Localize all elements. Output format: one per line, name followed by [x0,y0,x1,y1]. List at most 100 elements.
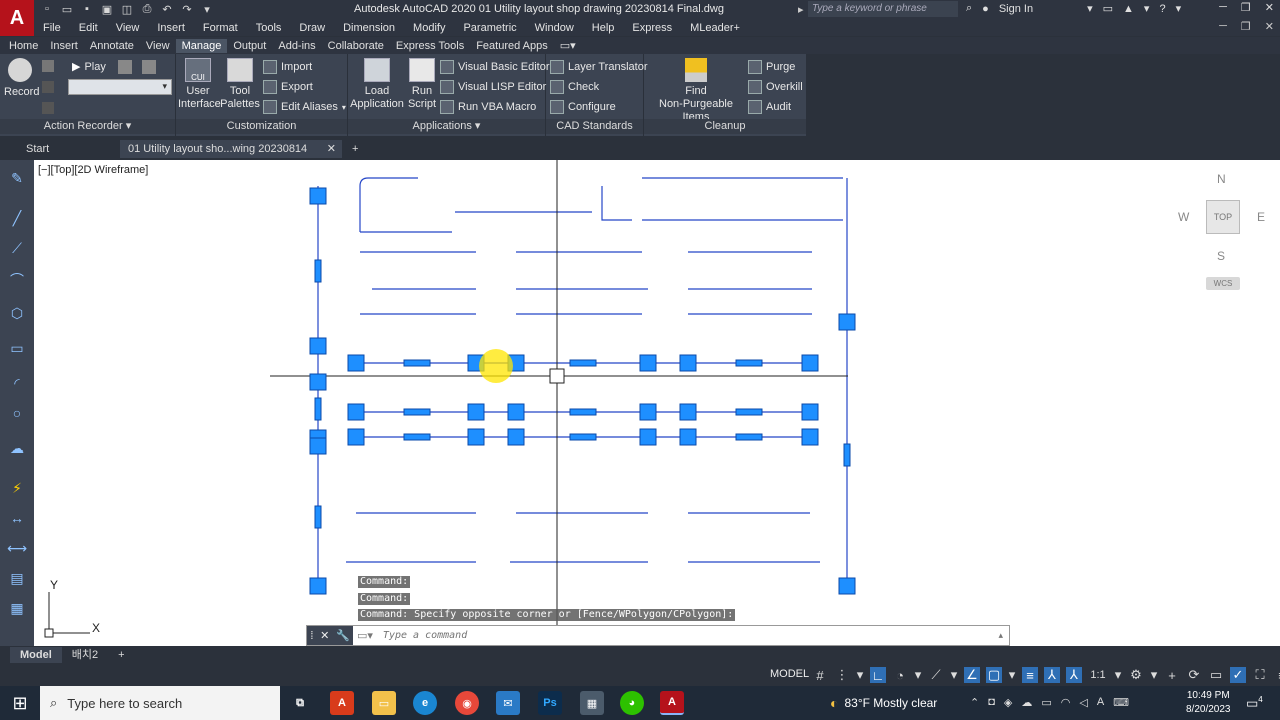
audit-button[interactable]: Audit [748,100,791,114]
chrome-icon[interactable]: ◉ [455,691,479,715]
panel-title-customization[interactable]: Customization [176,119,347,134]
wrench-icon[interactable]: 🔧 [336,629,350,642]
mail-icon[interactable]: ✉ [496,691,520,715]
menu-window[interactable]: Window [526,22,583,34]
menu-express[interactable]: Express [623,22,681,34]
import-button[interactable]: Import [263,60,312,74]
tray-expand-icon[interactable]: ⌃ [970,696,979,709]
line-icon[interactable]: ╱ [6,210,28,232]
isolate-icon[interactable]: ⟳ [1186,667,1202,683]
command-input[interactable] [376,626,999,645]
doc-close-icon[interactable]: ✕ [1265,20,1274,33]
tab-output[interactable]: Output [227,39,272,53]
close-icon[interactable]: ✕ [320,629,329,642]
wechat-icon[interactable]: ◕ [620,691,644,715]
autodesk-a360-icon[interactable]: ▲ [1123,3,1134,15]
new-tab-icon[interactable]: + [344,140,366,158]
viewcube-west[interactable]: W [1178,210,1189,224]
wcs-dropdown[interactable]: WCS [1206,277,1240,290]
edit-aliases-button[interactable]: Edit Aliases ▾ [263,100,346,114]
load-application-button[interactable]: Load Application [350,58,404,111]
ribbon-toggle-icon[interactable]: ▭▾ [554,38,582,53]
recorder-small-icon-2[interactable] [42,81,54,93]
recorder-small-icon-1[interactable] [42,60,54,72]
customization-menu-icon[interactable]: ≡ [1274,667,1280,683]
menu-file[interactable]: File [34,22,70,34]
panel-title-applications[interactable]: Applications ▾ [348,119,545,134]
menu-dimension[interactable]: Dimension [334,22,404,34]
configure-button[interactable]: Configure [550,100,616,114]
annotation-visibility-icon[interactable]: ⅄ [1044,667,1060,683]
taskbar-search[interactable]: ⌕ Type here to search [40,686,280,720]
restore-icon[interactable]: ❐ [1241,1,1251,14]
close-tab-icon[interactable]: ✕ [327,140,336,158]
tab-home[interactable]: Home [3,39,44,53]
grip-handle-icon[interactable]: ⁞ [310,630,313,642]
tab-collaborate[interactable]: Collaborate [322,39,390,53]
snap-icon[interactable]: ⋮ [834,667,850,683]
rectangle-icon[interactable]: ▭ [6,340,28,362]
viewcube-north[interactable]: N [1217,172,1226,186]
overkill-button[interactable]: Overkill [748,80,803,94]
undo-icon[interactable]: ↶ [160,2,174,16]
plot-icon[interactable]: ⎙ [140,2,154,16]
tab-express-tools[interactable]: Express Tools [390,39,470,53]
viewcube-east[interactable]: E [1257,210,1265,224]
revcloud-icon[interactable]: ☁ [6,440,28,462]
polar-dropdown-icon[interactable]: ▾ [914,667,922,683]
isodraft-icon[interactable]: ⟋ [928,667,944,683]
panel-title-action-recorder[interactable]: Action Recorder ▾ [0,119,175,134]
menu-view[interactable]: View [107,22,149,34]
file-tab-active[interactable]: 01 Utility layout sho...wing 20230814 Fi… [120,140,342,173]
tray-app2-icon[interactable]: ◈ [1004,696,1012,709]
layer-translator-button[interactable]: Layer Translator [550,60,647,74]
network-icon[interactable]: ◠ [1061,696,1071,709]
fullscreen-icon[interactable]: ⛶ [1252,667,1268,683]
base-point-icon[interactable] [142,60,156,74]
sign-in-dropdown-icon[interactable]: ▾ [1087,2,1093,15]
construction-line-icon[interactable]: ⟋ [6,240,28,262]
viewcube-south[interactable]: S [1217,249,1225,263]
polygon-icon[interactable]: ⬡ [6,305,28,327]
plus-icon[interactable]: + [1164,667,1180,683]
command-history-toggle-icon[interactable]: ▴ [998,630,1009,641]
check-button[interactable]: Check [550,80,599,94]
dim-linear-icon[interactable]: ↔ [6,510,28,532]
visual-lisp-editor-button[interactable]: Visual LISP Editor [440,80,546,94]
drawing-canvas[interactable]: [−][Top][2D Wireframe] [34,160,1280,646]
find-non-purgeable-button[interactable]: Find Non-Purgeable Items [646,58,746,124]
panel-title-cad-standards[interactable]: CAD Standards [546,119,643,134]
edge-icon[interactable]: e [413,691,437,715]
save-icon[interactable]: ▪ [80,2,94,16]
menu-parametric[interactable]: Parametric [454,22,525,34]
open-icon[interactable]: ▭ [60,2,74,16]
workspace-dropdown-icon[interactable]: ▾ [1150,667,1158,683]
arc-icon[interactable]: ◜ [6,375,28,397]
block-icon[interactable]: ▤ [6,570,28,592]
clock[interactable]: 10:49 PM 8/20/2023 [1186,689,1231,717]
windows-start-icon[interactable]: ⊞ [0,686,40,720]
macro-select-dropdown[interactable]: ▾ [68,79,172,95]
clean-screen-icon[interactable]: ✓ [1230,667,1246,683]
insert-message-icon[interactable] [118,60,132,74]
model-space-toggle[interactable]: MODEL [770,668,809,680]
help-icon[interactable]: ? [1159,3,1165,15]
acrobat-icon[interactable]: A [330,691,354,715]
onedrive-icon[interactable]: ☁ [1021,696,1032,709]
run-script-button[interactable]: Run Script [406,58,438,111]
panel-title-cleanup[interactable]: Cleanup [644,119,806,134]
calculator-icon[interactable]: ▦ [580,691,604,715]
tab-add-ins[interactable]: Add-ins [272,39,321,53]
lineweight-icon[interactable]: ≡ [1022,667,1038,683]
weather-widget[interactable]: ◐ 83°F Mostly clear [830,695,937,711]
recorder-small-icon-3[interactable] [42,102,54,114]
menu-draw[interactable]: Draw [290,22,334,34]
layout-tab-model[interactable]: Model [10,647,62,663]
viewcube-top[interactable]: TOP [1206,200,1240,234]
new-layout-icon[interactable]: + [108,647,134,663]
polar-icon[interactable]: ◔ [892,667,908,683]
tab-annotate[interactable]: Annotate [84,39,140,53]
ime-icon[interactable]: ⌨ [1113,696,1129,709]
photoshop-icon[interactable]: Ps [538,691,562,715]
menu-format[interactable]: Format [194,22,247,34]
